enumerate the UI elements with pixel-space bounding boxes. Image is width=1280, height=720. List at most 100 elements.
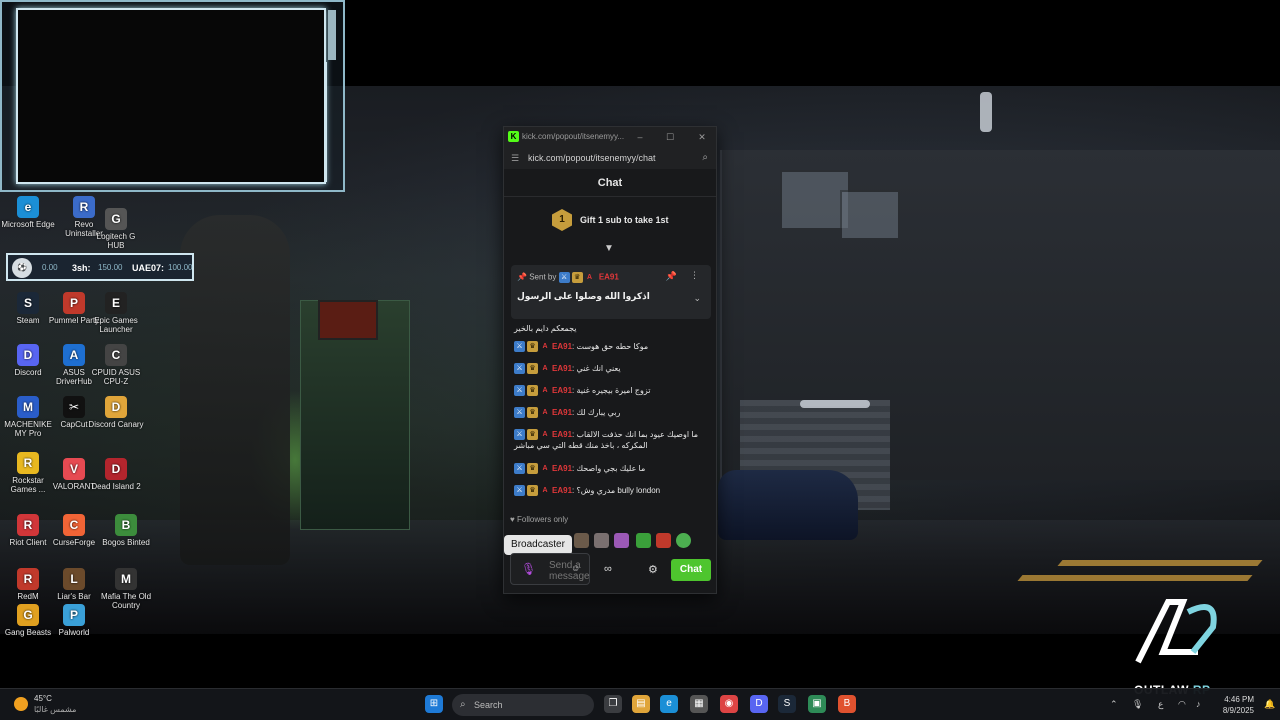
chat-text: تزوج اميرة بيجيره غنية xyxy=(576,386,651,395)
pinned-sender: 📌 Sent by ⚔ ♛ A EA91 xyxy=(517,272,619,283)
chat-message[interactable]: ⚔ ♛ A EA91: موكا حطه حق هوست xyxy=(514,341,710,353)
chat-text: ربي يبارك لك xyxy=(576,408,621,417)
desktop-icon[interactable]: C CurseForge xyxy=(46,514,102,547)
site-info-icon[interactable]: ☰ xyxy=(511,153,519,164)
chat-username[interactable]: EA91 xyxy=(552,364,572,373)
floor-stripe xyxy=(1017,575,1253,581)
chat-username[interactable]: EA91 xyxy=(552,408,572,417)
clock[interactable]: 4:46 PM 8/9/2025 xyxy=(1214,694,1254,716)
emote[interactable] xyxy=(594,533,609,548)
ceiling-light xyxy=(980,92,992,132)
app-icon[interactable]: ▣ xyxy=(808,695,826,713)
chat-message[interactable]: ⚔ ♛ A EA91: ربي يبارك لك xyxy=(514,407,710,419)
store-icon[interactable]: ▦ xyxy=(690,695,708,713)
player-character xyxy=(180,215,290,565)
close-button[interactable]: ✕ xyxy=(694,130,710,144)
car xyxy=(718,470,858,540)
app-icon: R xyxy=(17,514,39,536)
app-icon: P xyxy=(63,604,85,626)
chat-text: مدري وش؟ bully london xyxy=(576,486,661,495)
loop-icon[interactable]: ∞ xyxy=(604,563,612,575)
chat-username[interactable]: EA91 xyxy=(552,342,572,351)
filter-icon[interactable]: ▼ xyxy=(604,243,614,254)
volume-icon[interactable]: ♪ xyxy=(1196,699,1201,709)
chat-message[interactable]: ⚔ ♛ A EA91: يعني انك غني xyxy=(514,363,710,375)
chrome-icon[interactable]: ◉ xyxy=(720,695,738,713)
more-options-icon[interactable]: ⋮ xyxy=(690,270,699,281)
window-titlebar[interactable]: K kick.com/popout/itsenemyy... – ☐ ✕ xyxy=(504,127,716,147)
temperature: 45°C xyxy=(34,694,52,703)
pinned-message[interactable]: 📌 Sent by ⚔ ♛ A EA91 اذكروا الله وصلوا على… xyxy=(511,265,711,319)
discord-icon[interactable]: D xyxy=(750,695,768,713)
ball-icon: ⚽ xyxy=(12,258,32,278)
team-right: UAE07: xyxy=(132,263,165,273)
edge-icon[interactable]: e xyxy=(660,695,678,713)
chat-message[interactable]: ⚔ ♛ A EA91: تزوج اميرة بيجيره غنية xyxy=(514,385,710,397)
emote[interactable] xyxy=(614,533,629,548)
wifi-icon[interactable]: ◠ xyxy=(1178,699,1186,710)
desktop-icon[interactable]: P Palworld xyxy=(46,604,102,637)
score-overlay: ⚽ 0.00 3sh: 150.00 UAE07: 100.00 xyxy=(6,253,194,281)
gear-icon[interactable]: ⚙ xyxy=(648,563,658,576)
pin-icon[interactable]: 📌 xyxy=(666,271,677,282)
emote[interactable] xyxy=(656,533,671,548)
a-badge-icon: A xyxy=(542,487,548,495)
emote[interactable] xyxy=(574,533,589,548)
maximize-button[interactable]: ☐ xyxy=(662,130,678,144)
team-left: 3sh: xyxy=(72,263,91,273)
chat-message[interactable]: ⚔ ♛ A EA91: ما اوصيك عيود بما انك حذفت الال… xyxy=(514,429,710,451)
desktop-icon[interactable]: M Mafia The Old Country xyxy=(98,568,154,610)
app-icon: R xyxy=(17,568,39,590)
desktop-icon-label: Riot Client xyxy=(9,538,47,547)
floor-stripe xyxy=(1057,560,1263,566)
chat-username[interactable]: EA91 xyxy=(552,464,572,473)
mid-score: 150.00 xyxy=(98,263,123,272)
address-bar[interactable]: ☰ kick.com/popout/itsenemyy/chat ⌕ xyxy=(504,147,716,169)
emote[interactable] xyxy=(676,533,691,548)
chat-message-input[interactable]: 🎙 Send a message ☺ xyxy=(510,553,590,585)
partial-message: يجمعكم دايم بالخير xyxy=(514,324,577,333)
chevron-up-icon[interactable]: ⌃ xyxy=(1110,699,1118,710)
steam-icon[interactable]: S xyxy=(778,695,796,713)
send-chat-button[interactable]: Chat xyxy=(671,559,711,581)
desktop-icon-label: Microsoft Edge xyxy=(1,220,55,229)
microphone-icon[interactable]: 🎙 xyxy=(521,562,536,576)
emoji-icon[interactable]: ☺ xyxy=(571,563,580,573)
brave-icon[interactable]: B xyxy=(838,695,856,713)
desktop-icon[interactable]: B Bogos Binted xyxy=(98,514,154,547)
zoom-icon[interactable]: ⌕ xyxy=(702,152,708,163)
desktop-icon[interactable]: G Logitech G HUB xyxy=(88,208,144,250)
task-view-icon[interactable]: ❐ xyxy=(604,695,622,713)
desktop-icon-label: Mafia The Old Country xyxy=(100,592,152,610)
desktop-icon-label: Logitech G HUB xyxy=(96,232,136,250)
language-indicator[interactable]: ع xyxy=(1158,699,1163,710)
desktop-icon[interactable]: e Microsoft Edge xyxy=(0,196,56,229)
chevron-down-icon[interactable]: ⌄ xyxy=(693,293,701,304)
window-title: kick.com/popout/itsenemyy... xyxy=(522,132,625,141)
desktop-icon[interactable]: L Liar's Bar xyxy=(46,568,102,601)
desktop-icon-label: Steam xyxy=(16,316,40,325)
pinned-username[interactable]: EA91 xyxy=(599,273,619,282)
gift-leaderboard[interactable]: 1 Gift 1 sub to take 1st xyxy=(504,199,716,249)
desktop-icon[interactable]: D Discord Canary xyxy=(88,396,144,429)
file-explorer-icon[interactable]: ▤ xyxy=(632,695,650,713)
chat-message[interactable]: ⚔ ♛ A EA91: ما عليك بجي واصحك xyxy=(514,463,710,475)
desktop-icon-label: Rockstar Games ... xyxy=(10,476,46,494)
desktop-icon[interactable]: E Epic Games Launcher xyxy=(88,292,144,334)
chat-username[interactable]: EA91 xyxy=(552,430,572,439)
minimize-button[interactable]: – xyxy=(632,130,648,144)
desktop-icon[interactable]: C CPUID ASUS CPU-Z xyxy=(88,344,144,386)
desktop-icon[interactable]: D Dead Island 2 xyxy=(88,458,144,491)
emote[interactable] xyxy=(636,533,651,548)
app-icon: E xyxy=(105,292,127,314)
chat-message[interactable]: ⚔ ♛ A EA91: مدري وش؟ bully london xyxy=(514,485,710,497)
microphone-tray-icon[interactable]: 🎙 xyxy=(1132,699,1143,710)
weather-condition: مشمس غالبًا xyxy=(34,705,77,714)
pinned-text: اذكروا الله وصلوا على الرسول xyxy=(517,291,650,301)
notification-icon[interactable]: 🔔 xyxy=(1264,699,1275,710)
chat-username[interactable]: EA91 xyxy=(552,386,572,395)
webcam-ticks xyxy=(326,62,338,182)
start-button[interactable]: ⊞ xyxy=(425,695,443,713)
chat-username[interactable]: EA91 xyxy=(552,486,572,495)
taskbar-search[interactable]: ⌕ Search xyxy=(452,694,594,716)
